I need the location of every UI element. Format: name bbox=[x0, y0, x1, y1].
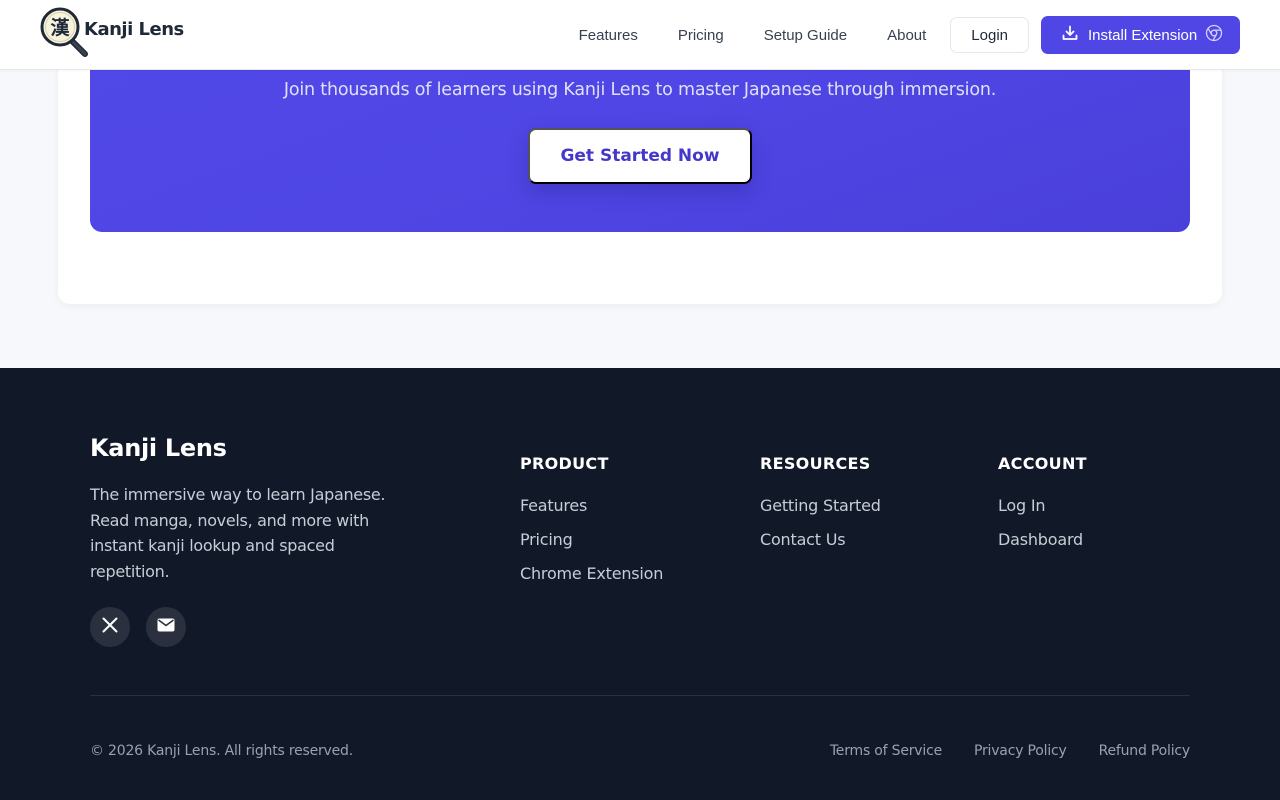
footer-link-contact-us[interactable]: Contact Us bbox=[760, 523, 881, 557]
column-title: ACCOUNT bbox=[998, 454, 1087, 473]
x-social-link[interactable] bbox=[90, 607, 130, 647]
privacy-policy-link[interactable]: Privacy Policy bbox=[974, 743, 1067, 759]
column-title: RESOURCES bbox=[760, 454, 871, 473]
nav-setup-guide[interactable]: Setup Guide bbox=[764, 27, 847, 44]
footer-column-product: PRODUCT Features Pricing Chrome Extensio… bbox=[520, 454, 663, 591]
login-button[interactable]: Login bbox=[950, 17, 1029, 53]
install-extension-button[interactable]: Install Extension bbox=[1041, 16, 1240, 54]
footer-divider bbox=[90, 695, 1190, 696]
footer-link-features[interactable]: Features bbox=[520, 489, 663, 523]
footer-link-dashboard[interactable]: Dashboard bbox=[998, 523, 1087, 557]
get-started-button[interactable]: Get Started Now bbox=[528, 128, 752, 184]
download-icon bbox=[1061, 24, 1079, 46]
refund-policy-link[interactable]: Refund Policy bbox=[1099, 743, 1191, 759]
logo-glyph: 漢 bbox=[50, 16, 70, 39]
footer-column-account: ACCOUNT Log In Dashboard bbox=[998, 454, 1087, 557]
site-footer: Kanji Lens The immersive way to learn Ja… bbox=[0, 368, 1280, 800]
footer-link-chrome-extension[interactable]: Chrome Extension bbox=[520, 557, 663, 591]
column-title: PRODUCT bbox=[520, 454, 609, 473]
nav-features[interactable]: Features bbox=[579, 27, 638, 44]
logo[interactable]: 漢 Kanji Lens bbox=[40, 6, 184, 58]
nav-pricing[interactable]: Pricing bbox=[678, 27, 724, 44]
main-nav: Features Pricing Setup Guide About Login… bbox=[579, 16, 1240, 54]
copyright-text: © 2026 Kanji Lens. All rights reserved. bbox=[90, 743, 353, 759]
footer-brand: Kanji Lens bbox=[90, 434, 227, 462]
terms-of-service-link[interactable]: Terms of Service bbox=[830, 743, 942, 759]
magnifier-logo-icon: 漢 bbox=[40, 7, 90, 57]
footer-link-log-in[interactable]: Log In bbox=[998, 489, 1087, 523]
email-social-link[interactable] bbox=[146, 607, 186, 647]
footer-column-resources: RESOURCES Getting Started Contact Us bbox=[760, 454, 881, 557]
install-extension-label: Install Extension bbox=[1088, 26, 1198, 44]
legal-links: Terms of Service Privacy Policy Refund P… bbox=[798, 743, 1190, 759]
x-icon bbox=[101, 616, 119, 639]
mail-icon bbox=[157, 618, 175, 637]
footer-link-pricing[interactable]: Pricing bbox=[520, 523, 663, 557]
cta-subtitle: Join thousands of learners using Kanji L… bbox=[283, 80, 997, 100]
brand-name: Kanji Lens bbox=[84, 18, 184, 40]
nav-about[interactable]: About bbox=[887, 27, 926, 44]
chrome-icon bbox=[1205, 24, 1223, 46]
site-header: 漢 Kanji Lens Features Pricing Setup Guid… bbox=[0, 0, 1280, 70]
footer-link-getting-started[interactable]: Getting Started bbox=[760, 489, 881, 523]
footer-description: The immersive way to learn Japanese. Rea… bbox=[90, 485, 386, 581]
